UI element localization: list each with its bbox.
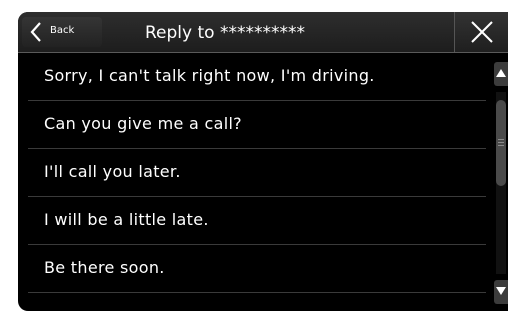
list-item[interactable]: Sorry, I can't talk right now, I'm drivi…	[28, 53, 486, 101]
chevron-left-icon	[30, 22, 41, 42]
list-item-label: Be there soon.	[44, 258, 165, 277]
message-list: Sorry, I can't talk right now, I'm drivi…	[18, 53, 494, 311]
reply-screen: Back Reply to ********** Sorry, I can't …	[18, 12, 508, 311]
scroll-down-button[interactable]	[494, 280, 508, 304]
close-button[interactable]	[454, 12, 508, 52]
triangle-up-icon	[496, 69, 506, 77]
list-item-label: Sorry, I can't talk right now, I'm drivi…	[44, 66, 375, 85]
triangle-down-icon	[496, 287, 506, 295]
list-item[interactable]: I will be a little late.	[28, 197, 486, 245]
grip-line	[498, 142, 504, 143]
back-label: Back	[50, 25, 75, 36]
back-button[interactable]: Back	[22, 17, 102, 47]
grip-line	[498, 145, 504, 146]
grip-line	[498, 139, 504, 140]
list-item-label: Can you give me a call?	[44, 114, 242, 133]
list-item-label: I will be a little late.	[44, 210, 209, 229]
list-item[interactable]: Be there soon.	[28, 245, 486, 293]
scroll-up-button[interactable]	[494, 62, 508, 86]
header-bar: Back Reply to **********	[18, 12, 508, 53]
page-title: Reply to **********	[145, 23, 305, 43]
list-item[interactable]: Can you give me a call?	[28, 101, 486, 149]
scrollbar-thumb[interactable]	[496, 100, 506, 186]
close-icon	[471, 21, 493, 43]
list-item[interactable]: I'll call you later.	[28, 149, 486, 197]
list-item-label: I'll call you later.	[44, 162, 181, 181]
